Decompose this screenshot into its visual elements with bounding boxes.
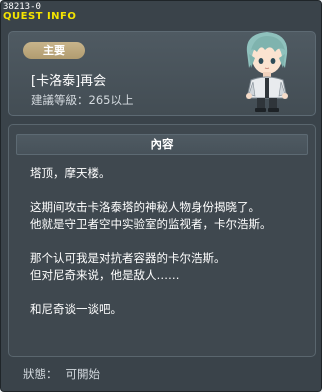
description-line: 这期间攻击卡洛泰塔的神秘人物身份揭晓了。 — [30, 200, 260, 214]
quest-content-panel: 內容 塔顶，摩天楼。 这期间攻击卡洛泰塔的神秘人物身份揭晓了。 他就是守卫者空中… — [8, 124, 316, 357]
quest-name: [卡洛泰]再会 — [31, 74, 107, 89]
description-line: 但对尼奇来说，他是敌人…… — [30, 268, 180, 282]
quest-status: 狀態： 可開始 — [23, 366, 100, 382]
description-line: 他就是守卫者空中实验室的监视者，卡尔浩斯。 — [30, 217, 272, 231]
npc-portrait-icon — [246, 32, 288, 112]
quest-info-window: 38213-0 QUEST INFO 主要 [卡洛泰]再会 建議等級：265以上 — [0, 0, 322, 392]
quest-header-panel: 主要 [卡洛泰]再会 建議等級：265以上 — [8, 31, 316, 116]
quest-description: 塔顶，摩天楼。 这期间攻击卡洛泰塔的神秘人物身份揭晓了。 他就是守卫者空中实验室… — [30, 165, 302, 318]
level-requirement: 建議等級：265以上 — [31, 93, 134, 107]
status-value: 可開始 — [65, 367, 101, 381]
description-line: 那个认可我是对抗者容器的卡尔浩斯。 — [30, 251, 226, 265]
window-title: QUEST INFO — [3, 11, 77, 22]
status-label: 狀態： — [23, 367, 58, 381]
quest-type-badge: 主要 — [23, 42, 85, 59]
description-line: 和尼奇谈一谈吧。 — [30, 302, 122, 316]
content-section-title: 內容 — [16, 134, 308, 155]
description-line: 塔顶，摩天楼。 — [30, 166, 111, 180]
